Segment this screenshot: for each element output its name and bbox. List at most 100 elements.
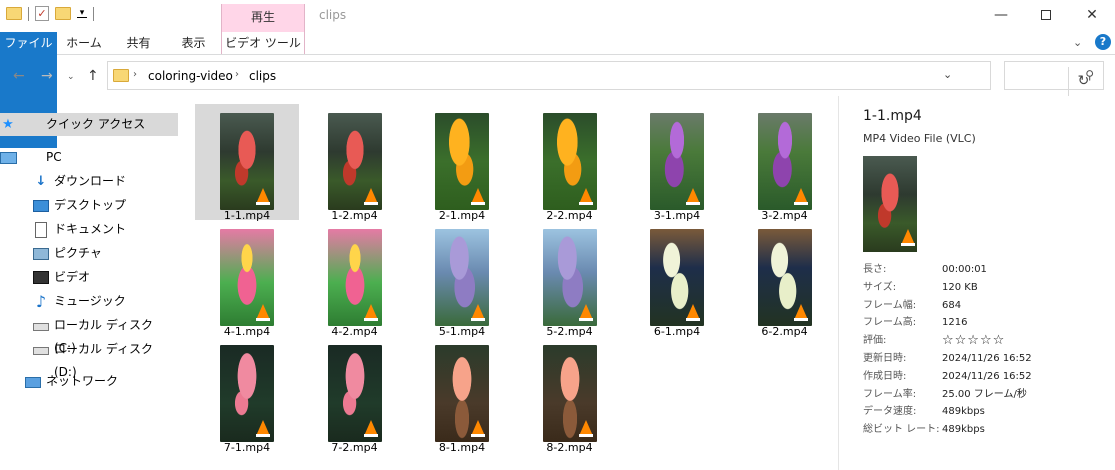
sidebar-item-network[interactable]: ネットワーク <box>0 370 178 393</box>
customize-toolbar-icon[interactable]: ▾ <box>77 9 87 18</box>
vlc-icon <box>901 229 915 246</box>
file-item[interactable]: 8-1.mp4 <box>410 336 514 454</box>
file-item[interactable]: 7-1.mp4 <box>195 336 299 454</box>
toolbar-separator <box>28 6 29 21</box>
file-name: 8-2.mp4 <box>546 441 593 454</box>
file-item[interactable]: 1-1.mp4 <box>195 104 299 222</box>
detail-value: 120 KB <box>942 281 978 293</box>
detail-value: 1216 <box>942 317 968 329</box>
file-item[interactable]: 5-2.mp4 <box>518 220 622 338</box>
file-name: 7-1.mp4 <box>223 441 271 454</box>
tab-share[interactable]: 共有 <box>111 32 166 54</box>
sidebar-item-label: ミュージック <box>54 294 126 308</box>
ribbon-tabs: ファイル ホーム 共有 表示 ビデオ ツール ⌄ ? <box>0 32 1115 148</box>
vlc-icon <box>363 420 378 437</box>
video-thumbnail <box>435 345 489 442</box>
up-arrow-icon[interactable]: ↑ <box>87 68 99 84</box>
file-item[interactable]: 3-2.mp4 <box>733 104 837 222</box>
video-thumbnail <box>757 229 812 326</box>
search-input[interactable]: ⚲ <box>1004 61 1104 90</box>
back-arrow-icon[interactable]: ← <box>13 68 25 84</box>
star-icon: ★ <box>2 117 14 132</box>
detail-key: 作成日時: <box>863 370 907 382</box>
file-item[interactable]: 4-1.mp4 <box>195 220 299 338</box>
detail-value: 684 <box>942 299 962 311</box>
help-button[interactable]: ? <box>1095 34 1111 50</box>
sidebar-item-desktop[interactable]: デスクトップ <box>0 194 178 217</box>
sidebar-item-label: ドキュメント <box>54 222 127 236</box>
maximize-icon <box>1041 10 1051 20</box>
sidebar-item-drive-d[interactable]: ローカル ディスク (D:) <box>0 338 178 379</box>
rating-stars[interactable]: ☆☆☆☆☆ <box>942 332 1005 349</box>
properties-icon[interactable]: ✓ <box>35 6 49 21</box>
sidebar-item-label: ネットワーク <box>46 374 119 388</box>
tab-view[interactable]: 表示 <box>166 32 221 54</box>
maximize-button[interactable] <box>1023 0 1069 30</box>
details-filetype: MP4 Video File (VLC) <box>863 132 976 145</box>
sidebar-item-drive-c[interactable]: ローカル ディスク (C:) <box>0 314 178 355</box>
close-button[interactable]: ✕ <box>1069 0 1115 30</box>
minimize-button[interactable]: — <box>978 0 1024 30</box>
file-item[interactable]: 3-1.mp4 <box>625 104 729 222</box>
file-item[interactable]: 6-1.mp4 <box>625 220 729 338</box>
sidebar-item-pc[interactable]: PC <box>0 146 178 169</box>
detail-row: フレーム高: 1216 <box>863 314 1113 331</box>
tab-home[interactable]: ホーム <box>57 32 111 54</box>
folder-icon <box>6 7 22 20</box>
sidebar-item-music[interactable]: ♪ ミュージック <box>0 290 178 313</box>
sidebar-item-videos[interactable]: ビデオ <box>0 266 178 289</box>
file-item[interactable]: 7-2.mp4 <box>303 336 407 454</box>
vlc-icon <box>256 420 270 437</box>
detail-key: 更新日時: <box>863 353 907 364</box>
file-item[interactable]: 1-2.mp4 <box>303 104 407 222</box>
new-folder-icon[interactable] <box>55 7 71 20</box>
detail-value: 00:00:01 <box>942 264 987 275</box>
file-name: 8-1.mp4 <box>438 441 486 454</box>
document-icon <box>35 222 47 238</box>
video-thumbnail <box>327 113 382 210</box>
breadcrumb-coloring-video[interactable]: coloring-video <box>148 69 233 83</box>
detail-row: 長さ: 00:00:01 <box>863 261 1113 278</box>
vlc-icon <box>686 304 700 321</box>
sidebar-item-downloads[interactable]: ↓ ダウンロード <box>0 170 178 193</box>
detail-row: データ速度: 489kbps <box>863 403 1113 420</box>
tab-video-tools[interactable]: ビデオ ツール <box>221 32 305 54</box>
expand-ribbon-icon[interactable]: ⌄ <box>1073 36 1082 49</box>
quick-access-toolbar: ✓ ▾ <box>6 6 94 21</box>
file-item[interactable]: 2-1.mp4 <box>410 104 514 222</box>
pictures-icon <box>33 248 49 260</box>
file-item[interactable]: 5-1.mp4 <box>410 220 514 338</box>
sidebar-item-documents[interactable]: ドキュメント <box>0 218 178 241</box>
sidebar-item-quick-access[interactable]: ★ クイック アクセス <box>0 113 178 136</box>
breadcrumb-separator-icon[interactable]: › <box>133 69 137 80</box>
title-bar: ✓ ▾ 再生 clips — ✕ <box>0 0 1115 32</box>
video-thumbnail <box>220 229 274 326</box>
sidebar-item-pictures[interactable]: ピクチャ <box>0 242 178 265</box>
vlc-icon <box>256 304 270 321</box>
details-thumbnail <box>863 156 917 252</box>
video-thumbnail <box>542 345 597 442</box>
forward-arrow-icon[interactable]: → <box>41 68 53 84</box>
address-bar[interactable]: › coloring-video › clips ⌄ ↻ <box>107 61 1089 96</box>
recent-locations-icon[interactable]: ⌄ <box>67 72 75 82</box>
video-thumbnail <box>220 113 274 210</box>
detail-key: フレーム率: <box>863 388 917 400</box>
address-dropdown-icon[interactable]: ⌄ <box>943 68 952 81</box>
vlc-icon <box>363 188 378 205</box>
file-item[interactable]: 6-2.mp4 <box>733 220 837 338</box>
detail-key: 評価: <box>863 335 887 347</box>
file-item[interactable]: 2-2.mp4 <box>518 104 622 222</box>
search-icon: ⚲ <box>1085 68 1094 82</box>
sidebar-item-label: デスクトップ <box>54 198 127 212</box>
detail-row: フレーム率: 25.00 フレーム/秒 <box>863 386 1113 403</box>
detail-key: サイズ: <box>863 281 897 293</box>
detail-value: 2024/11/26 16:52 <box>942 353 1032 364</box>
sidebar-item-label: ビデオ <box>54 270 91 284</box>
breadcrumb-clips[interactable]: clips <box>249 69 276 83</box>
file-item[interactable]: 4-2.mp4 <box>303 220 407 338</box>
vlc-icon <box>578 188 593 205</box>
file-item[interactable]: 8-2.mp4 <box>518 336 622 454</box>
breadcrumb-separator-icon[interactable]: › <box>235 69 239 80</box>
video-thumbnail <box>542 229 597 326</box>
vlc-icon <box>256 188 270 205</box>
